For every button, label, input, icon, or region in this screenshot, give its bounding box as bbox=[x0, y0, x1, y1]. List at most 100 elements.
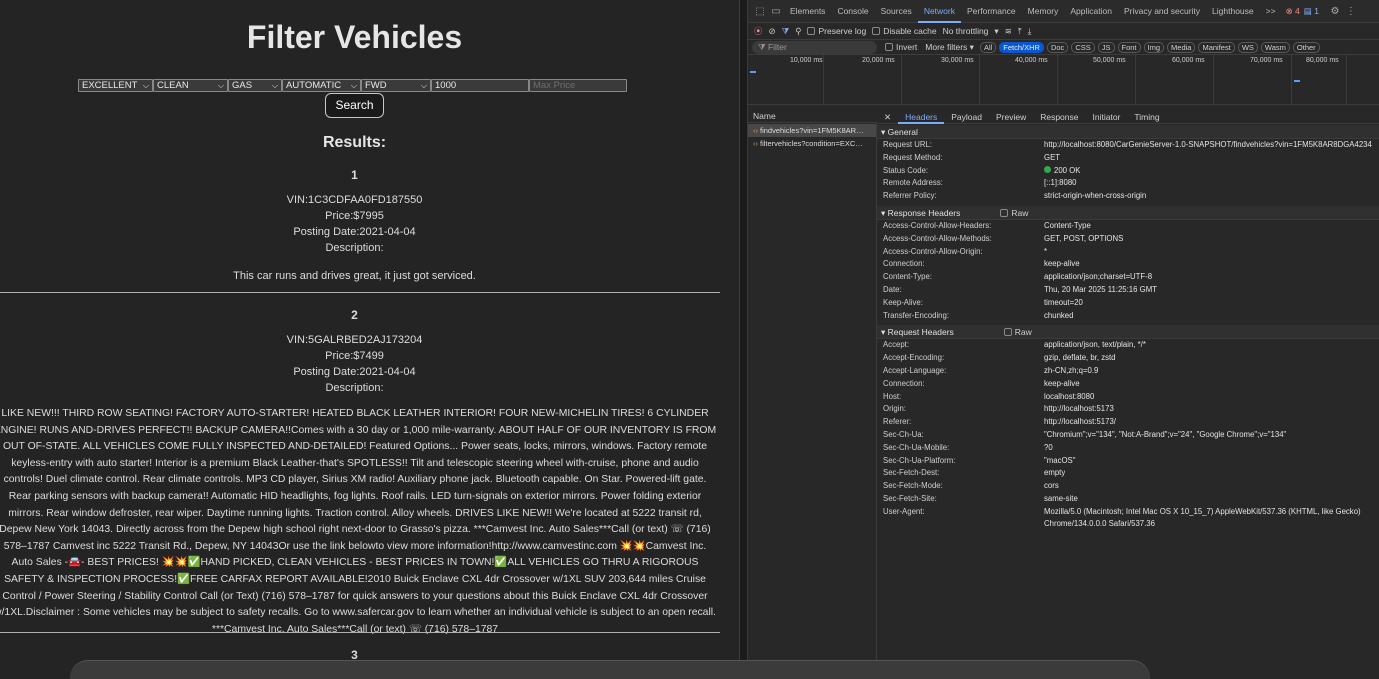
vehicle-filter-app: Filter Vehicles EXCELLENT ⌵ CLEAN ⌵ GAS ⌵ A… bbox=[0, 0, 739, 679]
header-value: keep-alive bbox=[1044, 259, 1080, 269]
preserve-log-checkbox[interactable]: Preserve log bbox=[807, 26, 866, 36]
type-filter-wasm[interactable]: Wasm bbox=[1260, 41, 1290, 53]
type-filter-css[interactable]: CSS bbox=[1071, 41, 1095, 53]
type-filter-doc[interactable]: Doc bbox=[1046, 41, 1069, 53]
record-icon[interactable]: ⦿ bbox=[754, 25, 763, 37]
request-headers-section-header[interactable]: ▾ Request Headers Raw bbox=[877, 325, 1379, 340]
dock-overlay bbox=[70, 660, 1150, 679]
raw-checkbox[interactable]: Raw bbox=[1003, 327, 1032, 337]
tab-payload[interactable]: Payload bbox=[944, 110, 989, 124]
header-key: Sec-Ch-Ua-Platform: bbox=[883, 455, 956, 465]
timeline-label: 60,000 ms bbox=[1172, 57, 1205, 64]
tab-network[interactable]: Network bbox=[917, 0, 961, 23]
tab-preview[interactable]: Preview bbox=[989, 110, 1033, 124]
filter-icon[interactable]: ⧩ bbox=[782, 26, 790, 37]
header-key: Request Method: bbox=[883, 152, 943, 162]
kebab-menu-icon[interactable]: ⋮ bbox=[1343, 6, 1359, 17]
tab-memory[interactable]: Memory bbox=[1022, 0, 1065, 23]
header-row: Accept-Encoding: gzip, deflate, br, zstd bbox=[877, 352, 1379, 365]
more-filters-dropdown[interactable]: More filters ▾ bbox=[925, 42, 974, 53]
close-icon[interactable]: ✕ bbox=[877, 110, 898, 124]
type-filter-font[interactable]: Font bbox=[1117, 41, 1141, 53]
headers-panel: ▾ General Request URL: http://localhost:8… bbox=[877, 125, 1379, 679]
disable-cache-label: Disable cache bbox=[883, 26, 937, 36]
tab-performance[interactable]: Performance bbox=[961, 0, 1022, 23]
type-filter-media[interactable]: Media bbox=[1167, 41, 1196, 53]
fuel-select[interactable]: GAS ⌵ bbox=[228, 79, 282, 92]
disable-cache-checkbox[interactable]: Disable cache bbox=[872, 26, 937, 36]
tab-sources[interactable]: Sources bbox=[875, 0, 918, 23]
type-filter-all[interactable]: All bbox=[979, 41, 997, 53]
request-row[interactable]: ‹› filtervehicles?condition=EXC… bbox=[748, 137, 876, 150]
tab-headers[interactable]: Headers bbox=[898, 110, 945, 124]
type-filter-fetch-xhr[interactable]: Fetch/XHR bbox=[999, 41, 1044, 53]
timeline-request-bar bbox=[1294, 80, 1300, 82]
type-filter-other[interactable]: Other bbox=[1292, 41, 1320, 53]
more-tabs-button[interactable]: >> bbox=[1260, 0, 1282, 23]
header-value: * bbox=[1044, 246, 1048, 256]
header-row: Referer: http://localhost:5173/ bbox=[877, 416, 1379, 429]
max-price-input[interactable]: Max Price bbox=[529, 79, 627, 92]
tab-response[interactable]: Response bbox=[1033, 110, 1085, 124]
raw-checkbox[interactable]: Raw bbox=[1000, 208, 1028, 218]
download-icon[interactable]: ⤓ bbox=[1028, 26, 1032, 37]
header-row: Access-Control-Allow-Headers: Content-Typ… bbox=[877, 220, 1379, 233]
devtools-panel: ⬚ ▭ Elements Console Sources Network Per… bbox=[748, 0, 1379, 679]
transmission-value: AUTOMATIC bbox=[286, 80, 342, 91]
title-status-value: CLEAN bbox=[157, 80, 189, 91]
inspect-element-icon[interactable]: ⬚ bbox=[752, 6, 768, 17]
request-row[interactable]: ‹› findvehicles?vin=1FM5K8AR… bbox=[748, 124, 876, 137]
title-status-select[interactable]: CLEAN ⌵ bbox=[153, 79, 228, 92]
response-headers-section-header[interactable]: ▾ Response Headers Raw bbox=[877, 205, 1379, 220]
general-section-header[interactable]: ▾ General bbox=[877, 125, 1379, 139]
devtools-tab-bar: ⬚ ▭ Elements Console Sources Network Per… bbox=[748, 0, 1379, 23]
upload-icon[interactable]: ⤒ bbox=[1018, 26, 1022, 37]
timeline-gridline bbox=[1346, 55, 1347, 105]
message-badge[interactable]: ▤ 1 bbox=[1304, 6, 1319, 17]
tab-privacy-security[interactable]: Privacy and security bbox=[1118, 0, 1206, 23]
device-toolbar-icon[interactable]: ▭ bbox=[768, 6, 784, 17]
header-key: Connection: bbox=[883, 259, 925, 269]
header-row: Host: localhost:8080 bbox=[877, 391, 1379, 404]
tab-elements[interactable]: Elements bbox=[784, 0, 831, 23]
message-count: 1 bbox=[1314, 5, 1319, 16]
status-text: 200 OK bbox=[1054, 165, 1081, 175]
search-icon[interactable]: ⚲ bbox=[795, 26, 801, 37]
type-filter-manifest[interactable]: Manifest bbox=[1198, 41, 1235, 53]
header-value: timeout=20 bbox=[1044, 297, 1083, 307]
header-row: Sec-Fetch-Mode: cors bbox=[877, 480, 1379, 493]
timeline-gridline bbox=[1291, 55, 1292, 105]
search-button[interactable]: Search bbox=[325, 93, 384, 118]
condition-select[interactable]: EXCELLENT ⌵ bbox=[78, 79, 153, 92]
chevron-down-icon[interactable]: ▾ bbox=[994, 26, 998, 37]
panel-splitter[interactable] bbox=[739, 0, 748, 679]
invert-checkbox[interactable]: Invert bbox=[885, 42, 917, 52]
type-filter-ws[interactable]: WS bbox=[1237, 41, 1258, 53]
timeline-gridline bbox=[901, 55, 902, 105]
timeline-label: 50,000 ms bbox=[1093, 57, 1126, 64]
header-value: cors bbox=[1044, 481, 1059, 491]
xhr-icon: ‹› bbox=[753, 139, 758, 148]
error-count: 4 bbox=[1295, 5, 1300, 16]
min-price-input[interactable]: 1000 bbox=[431, 79, 529, 92]
gear-icon[interactable]: ⚙ bbox=[1327, 6, 1343, 17]
tab-lighthouse[interactable]: Lighthouse bbox=[1206, 0, 1260, 23]
filter-input[interactable]: ⧩ Filter bbox=[752, 40, 877, 54]
name-column-header[interactable]: Name bbox=[748, 110, 877, 123]
error-badge[interactable]: ⊗ 4 bbox=[1286, 6, 1300, 17]
tab-timing[interactable]: Timing bbox=[1127, 110, 1166, 124]
transmission-select[interactable]: AUTOMATIC ⌵ bbox=[282, 79, 361, 92]
header-value: "macOS" bbox=[1044, 455, 1076, 465]
clear-icon[interactable]: ⊘ bbox=[769, 26, 776, 37]
drive-select[interactable]: FWD ⌵ bbox=[361, 79, 431, 92]
throttling-select[interactable]: No throttling bbox=[943, 26, 989, 36]
tab-application[interactable]: Application bbox=[1064, 0, 1118, 23]
type-filter-img[interactable]: Img bbox=[1143, 41, 1165, 53]
type-filter-js[interactable]: JS bbox=[1097, 41, 1115, 53]
network-timeline[interactable]: 10,000 ms 20,000 ms 30,000 ms 40,000 ms … bbox=[748, 55, 1379, 105]
tab-console[interactable]: Console bbox=[831, 0, 874, 23]
raw-label: Raw bbox=[1011, 207, 1029, 218]
tab-initiator[interactable]: Initiator bbox=[1086, 110, 1128, 124]
header-value: strict-origin-when-cross-origin bbox=[1044, 191, 1147, 201]
wifi-icon[interactable]: ≋ bbox=[1005, 26, 1012, 37]
